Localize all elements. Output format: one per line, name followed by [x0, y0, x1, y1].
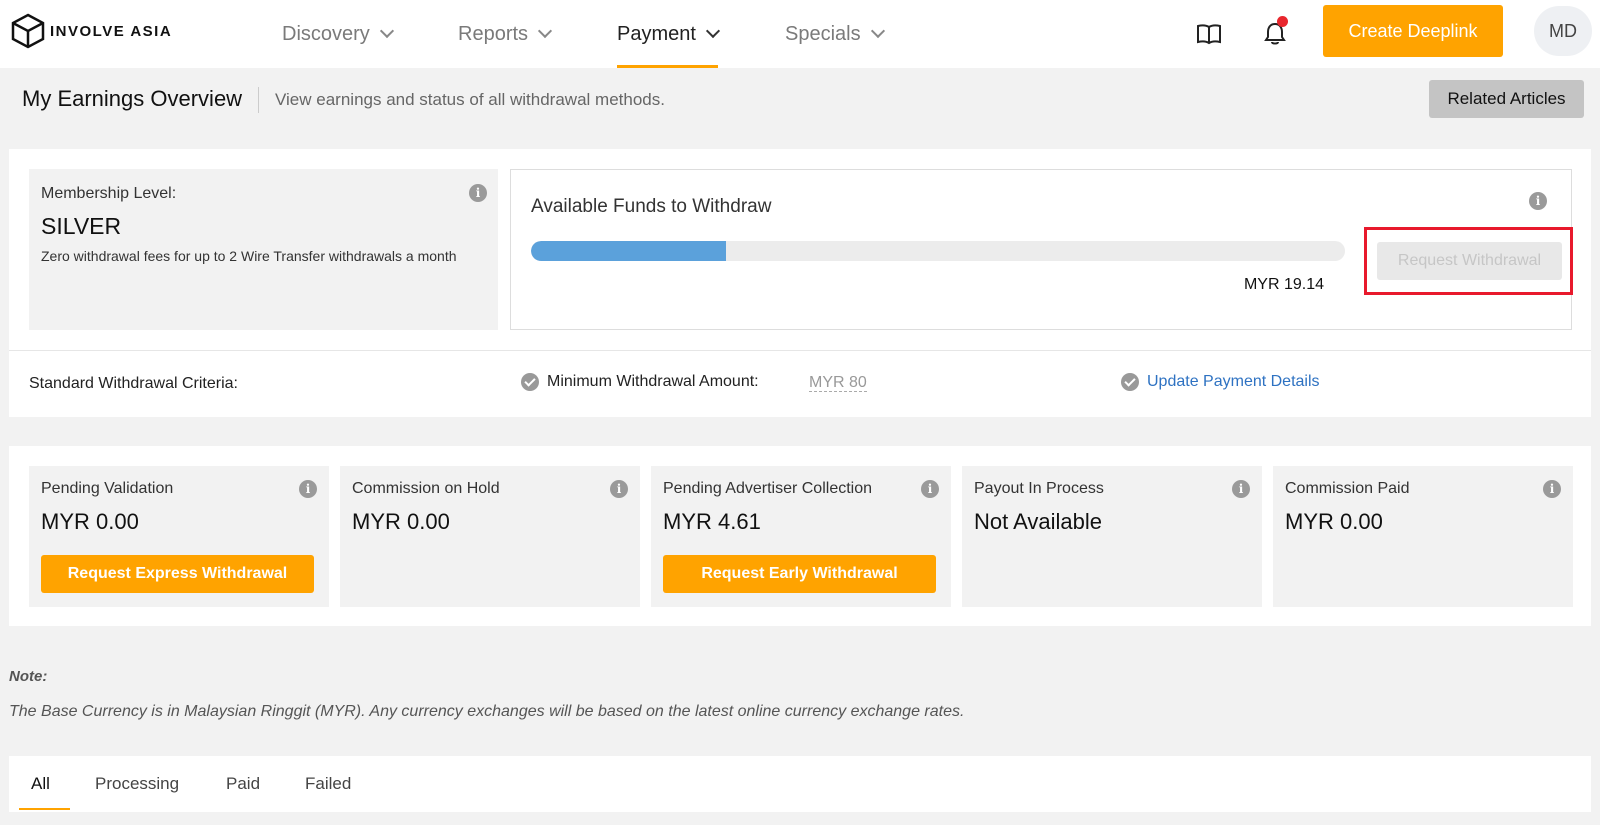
chevron-down-icon — [537, 23, 553, 39]
nav-specials-label: Specials — [785, 22, 861, 45]
divider — [9, 350, 1591, 351]
title-divider — [258, 87, 259, 113]
membership-panel: Membership Level: SILVER Zero withdrawal… — [29, 169, 498, 330]
funds-amount: MYR 19.14 — [1243, 276, 1324, 293]
nav-discovery-label: Discovery — [282, 22, 370, 45]
related-articles-button[interactable]: Related Articles — [1429, 80, 1584, 118]
nav-reports-label: Reports — [458, 22, 529, 45]
stat-label: Pending Validation — [41, 480, 174, 497]
request-express-withdrawal-button[interactable]: Request Express Withdrawal — [41, 555, 314, 593]
request-early-withdrawal-button[interactable]: Request Early Withdrawal — [663, 555, 936, 593]
stat-pending-advertiser-collection: Pending Advertiser Collection MYR 4.61 i… — [651, 466, 951, 607]
stat-pending-validation: Pending Validation MYR 0.00 i Request Ex… — [29, 466, 329, 607]
hexagon-logo-icon — [11, 13, 45, 49]
criteria-label: Standard Withdrawal Criteria: — [29, 375, 238, 392]
chevron-down-icon — [870, 23, 885, 39]
brand-logo[interactable]: INVOLVE ASIA — [8, 12, 172, 50]
min-withdrawal-value[interactable]: MYR 80 — [809, 375, 867, 392]
check-circle-icon — [1121, 373, 1139, 391]
nav-reports[interactable]: Reports — [458, 0, 553, 68]
membership-description: Zero withdrawal fees for up to 2 Wire Tr… — [41, 248, 457, 264]
chevron-down-icon — [379, 23, 394, 39]
stat-value: MYR 0.00 — [1285, 509, 1383, 534]
info-icon[interactable]: i — [610, 480, 628, 498]
stat-label: Pending Advertiser Collection — [663, 480, 873, 497]
available-funds-panel: Available Funds to Withdraw i MYR 19.14 … — [510, 169, 1573, 330]
status-tabs: All Processing Paid Failed — [9, 756, 1591, 812]
chevron-down-icon — [705, 23, 721, 39]
earnings-card: Membership Level: SILVER Zero withdrawal… — [9, 149, 1591, 417]
info-icon[interactable]: i — [469, 184, 487, 202]
notification-dot — [1277, 16, 1288, 27]
tab-failed[interactable]: Failed — [305, 756, 351, 812]
nav-payment[interactable]: Payment — [617, 0, 721, 68]
nav-payment-label: Payment — [617, 22, 696, 45]
stats-card: Pending Validation MYR 0.00 i Request Ex… — [9, 446, 1591, 626]
create-deeplink-button[interactable]: Create Deeplink — [1323, 5, 1503, 57]
note-title: Note: — [9, 668, 48, 685]
stat-value: MYR 0.00 — [41, 509, 139, 534]
info-icon[interactable]: i — [1529, 192, 1547, 210]
page-title: My Earnings Overview — [22, 86, 243, 111]
book-icon[interactable] — [1191, 16, 1227, 52]
funds-progress-fill — [531, 241, 727, 261]
bell-icon[interactable] — [1257, 16, 1293, 52]
min-withdrawal-label: Minimum Withdrawal Amount: — [547, 373, 759, 391]
page-subtitle: View earnings and status of all withdraw… — [275, 90, 665, 109]
brand-name: INVOLVE ASIA — [50, 22, 173, 40]
stat-value: Not Available — [974, 509, 1103, 534]
nav-specials[interactable]: Specials — [785, 0, 885, 68]
tab-paid[interactable]: Paid — [226, 756, 260, 812]
info-icon[interactable]: i — [1232, 480, 1250, 498]
funds-progress-bar — [531, 241, 1345, 261]
membership-level: SILVER — [41, 213, 122, 239]
funds-title: Available Funds to Withdraw — [531, 196, 772, 217]
info-icon[interactable]: i — [1543, 480, 1561, 498]
tab-processing[interactable]: Processing — [95, 756, 179, 812]
stat-commission-on-hold: Commission on Hold MYR 0.00 i — [340, 466, 640, 607]
user-avatar[interactable]: MD — [1534, 6, 1592, 56]
highlight-box: Request Withdrawal — [1364, 227, 1573, 295]
check-circle-icon — [521, 373, 539, 391]
stat-value: MYR 0.00 — [352, 509, 450, 534]
info-icon[interactable]: i — [299, 480, 317, 498]
stat-label: Commission on Hold — [352, 480, 500, 497]
stat-label: Commission Paid — [1285, 480, 1410, 497]
min-withdrawal-criterion: Minimum Withdrawal Amount: — [521, 373, 759, 391]
membership-label: Membership Level: — [41, 185, 177, 202]
update-payment-criterion: Update Payment Details — [1121, 373, 1320, 391]
request-withdrawal-button[interactable]: Request Withdrawal — [1377, 242, 1562, 280]
note-text: The Base Currency is in Malaysian Ringgi… — [9, 703, 965, 720]
info-icon[interactable]: i — [921, 480, 939, 498]
tab-all[interactable]: All — [19, 756, 70, 812]
top-navbar: INVOLVE ASIA Discovery Reports Payment S… — [0, 0, 1600, 68]
stat-payout-in-process: Payout In Process Not Available i — [962, 466, 1262, 607]
stat-value: MYR 4.61 — [663, 509, 761, 534]
update-payment-details-link[interactable]: Update Payment Details — [1147, 373, 1320, 390]
nav-discovery[interactable]: Discovery — [282, 0, 394, 68]
stat-commission-paid: Commission Paid MYR 0.00 i — [1273, 466, 1573, 607]
stat-label: Payout In Process — [974, 480, 1104, 497]
